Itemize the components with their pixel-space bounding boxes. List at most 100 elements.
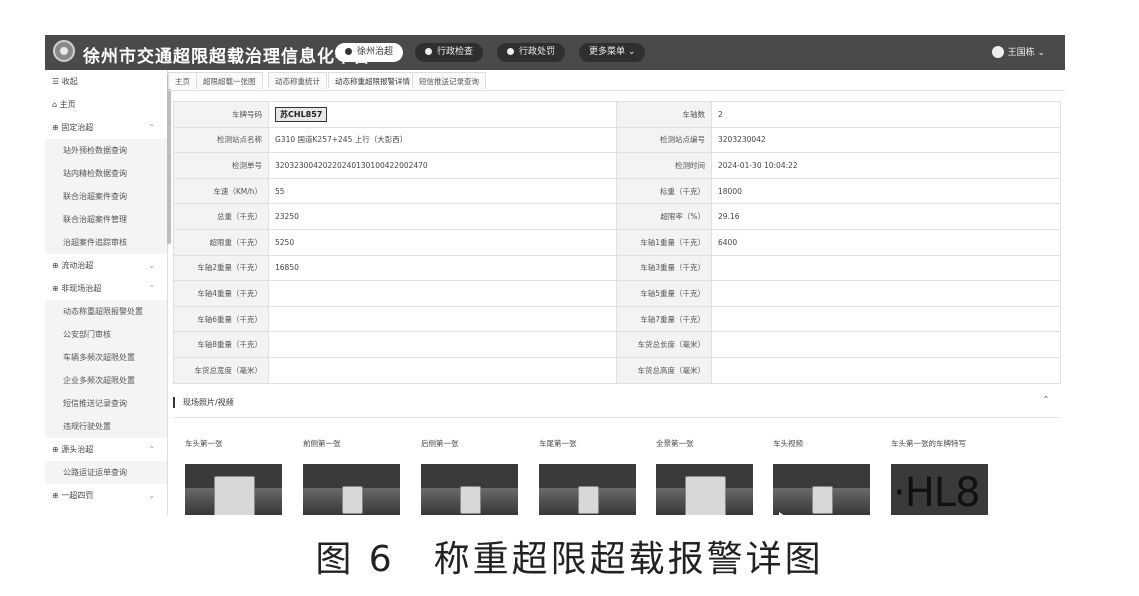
field-label: 车轴7重量（千克） (616, 305, 712, 333)
field-label: 车速（KM/h） (173, 177, 269, 205)
sidebar-subitem[interactable]: 短信推送记录查询 (45, 392, 167, 415)
field-label: 车轴数 (616, 101, 712, 128)
tab-bar: 主页 超限超载一张图 动态称重统计 动态称重超限报警详情 × 短信推送记录查询 (168, 72, 1065, 91)
plate-closeup-image[interactable]: ·HL8 (891, 464, 988, 515)
tab-4[interactable]: 短信推送记录查询 (412, 72, 486, 89)
sidebar-item[interactable]: ⊕ 非现场治超 ⌃ (45, 277, 167, 300)
chevron-icon[interactable]: ⌄ (148, 484, 155, 507)
sidebar-item-label: 固定治超 (61, 123, 94, 132)
sidebar-item[interactable]: ⊕ 固定治超 ⌃ (45, 116, 167, 139)
sidebar-subitem[interactable]: 公路运证运单查询 (45, 461, 167, 484)
sidebar-scrollbar[interactable] (167, 74, 171, 244)
photo-thumbnail[interactable] (656, 464, 753, 515)
nav-xuzhou-zhichao[interactable]: 徐州治超 (335, 43, 404, 62)
chevron-icon[interactable]: ⌃ (148, 277, 155, 300)
media-item[interactable]: 车头第一张 (185, 438, 285, 515)
field-label: 车轴5重量（千克） (616, 280, 712, 307)
field-value: 2024-01-30 10:04:22 (711, 152, 1061, 179)
shield-icon (507, 48, 514, 55)
sidebar-item-label: 主页 (59, 100, 76, 109)
sidebar-item[interactable]: ⊕ 流动治超 ⌄ (45, 254, 167, 277)
sidebar-subitem[interactable]: 联合治超案件管理 (45, 208, 167, 231)
field-value (711, 280, 1061, 307)
field-label: 检测站点名称 (173, 126, 269, 154)
truck-shape (214, 476, 255, 515)
field-value (711, 305, 1061, 333)
photo-thumbnail[interactable] (421, 464, 518, 515)
table-row: 超限重（千克） 5250 车轴1重量（千克） 6400 (173, 228, 1061, 256)
nav-admin-penalty[interactable]: 行政处罚 (497, 43, 566, 62)
field-value: 3203230042 (711, 126, 1061, 154)
media-item[interactable]: 前侧第一张 (303, 438, 403, 515)
sidebar-item-label: 动态称重超限报警处置 (63, 307, 143, 316)
sidebar-item[interactable]: ⌂ 主页 (45, 93, 167, 116)
field-value (711, 254, 1061, 282)
sidebar-subitem[interactable]: 企业多频次超限处置 (45, 369, 167, 392)
chevron-icon[interactable]: ⌃ (148, 116, 155, 139)
field-value (268, 356, 617, 384)
media-caption: 车头视频 (773, 439, 803, 448)
table-row: 检测站点名称 G310 国道K257+245 上行（大彭西） 检测站点编号 32032… (173, 126, 1061, 154)
chevron-icon[interactable]: ⌃ (148, 438, 155, 461)
screenshot-frame: 徐州市交通超限超载治理信息化平台 徐州治超 行政检查 行政处罚 更多菜单 ⌄ 王… (45, 35, 1065, 515)
video-thumbnail[interactable] (773, 464, 870, 515)
sidebar-item-label: 公路运证运单查询 (63, 468, 127, 477)
collapse-toggle-icon[interactable]: ⌃ (1042, 395, 1050, 406)
sidebar-item-label: 违规行驶处置 (63, 422, 111, 431)
table-row: 检测单号 32032300420220240130100422002470 检测时间… (173, 152, 1061, 179)
sidebar-item-label: 短信推送记录查询 (63, 399, 127, 408)
play-icon[interactable] (779, 512, 785, 515)
sidebar-item-label: 公安部门审核 (63, 330, 111, 339)
nav-admin-inspection[interactable]: 行政检查 (415, 43, 484, 62)
field-label: 车轴1重量（千克） (616, 228, 712, 256)
tab-1[interactable]: 超限超载一张图 (196, 72, 263, 89)
field-value: 5250 (268, 228, 617, 256)
table-row: 总重（千克） 23250 超限率（%） 29.16 (173, 203, 1061, 230)
sidebar-subitem[interactable]: 站内精检数据查询 (45, 162, 167, 185)
truck-shape (811, 486, 834, 514)
field-value: 23250 (268, 203, 617, 230)
user-menu[interactable]: 王国栋 ⌄ (991, 45, 1045, 58)
media-caption: 全景第一张 (656, 439, 694, 448)
tab-0[interactable]: 主页 (168, 72, 197, 89)
sidebar-item[interactable]: ⊕ 一超四罚 ⌄ (45, 484, 167, 507)
media-item[interactable]: 车头视频 (773, 438, 873, 515)
sidebar-subitem[interactable]: 车辆多频次超限处置 (45, 346, 167, 369)
info-circle-icon: ⊕ (52, 491, 62, 500)
truck-shape (577, 486, 600, 514)
media-item[interactable]: 车尾第一张 (539, 438, 639, 515)
sidebar-subitem[interactable]: 公安部门审核 (45, 323, 167, 346)
field-value (268, 305, 617, 333)
nav-more-menu[interactable]: 更多菜单 ⌄ (579, 43, 646, 62)
photo-thumbnail[interactable] (303, 464, 400, 515)
sidebar-subitem[interactable]: 联合治超案件查询 (45, 185, 167, 208)
sidebar-item-label: 源头治超 (61, 445, 94, 454)
sidebar-subitem[interactable]: 治超案件追踪审核 (45, 231, 167, 254)
sidebar-item-label: 车辆多频次超限处置 (63, 353, 135, 362)
media-item[interactable]: 全景第一张 (656, 438, 756, 515)
photo-thumbnail[interactable] (539, 464, 636, 515)
field-value (711, 331, 1061, 358)
sidebar: ☰ 收起 ⌂ 主页 ⊕ 固定治超 ⌃ 站外预检数据查询 站内精检数据查询 联合治超案件查询联… (45, 70, 171, 515)
media-item[interactable]: 车头第一张的车牌特写 ·HL8 (891, 438, 991, 515)
field-label: 检测单号 (173, 152, 269, 179)
media-caption: 车头第一张 (185, 439, 223, 448)
sidebar-subitem[interactable]: 动态称重超限报警处置 (45, 300, 167, 323)
info-circle-icon: ⊕ (52, 261, 62, 270)
sidebar-item-label: 联合治超案件查询 (63, 192, 127, 201)
sidebar-item[interactable]: ☰ 收起 (45, 70, 167, 93)
field-value: 6400 (711, 228, 1061, 256)
photo-thumbnail[interactable] (185, 464, 282, 515)
tab-2[interactable]: 动态称重统计 (268, 72, 327, 89)
field-value: G310 国道K257+245 上行（大彭西） (268, 126, 617, 154)
media-item[interactable]: 后侧第一张 (421, 438, 521, 515)
media-caption: 后侧第一张 (421, 439, 459, 448)
sidebar-item-label: 企业多频次超限处置 (63, 376, 135, 385)
chevron-icon[interactable]: ⌄ (148, 254, 155, 277)
section-title: 现场照片/视频 (173, 397, 234, 408)
sidebar-subitem[interactable]: 站外预检数据查询 (45, 139, 167, 162)
sidebar-item[interactable]: ⊕ 源头治超 ⌃ (45, 438, 167, 461)
table-row: 车轴4重量（千克） 车轴5重量（千克） (173, 280, 1061, 307)
sidebar-subitem[interactable]: 违规行驶处置 (45, 415, 167, 438)
sidebar-item-label: 站内精检数据查询 (63, 169, 127, 178)
